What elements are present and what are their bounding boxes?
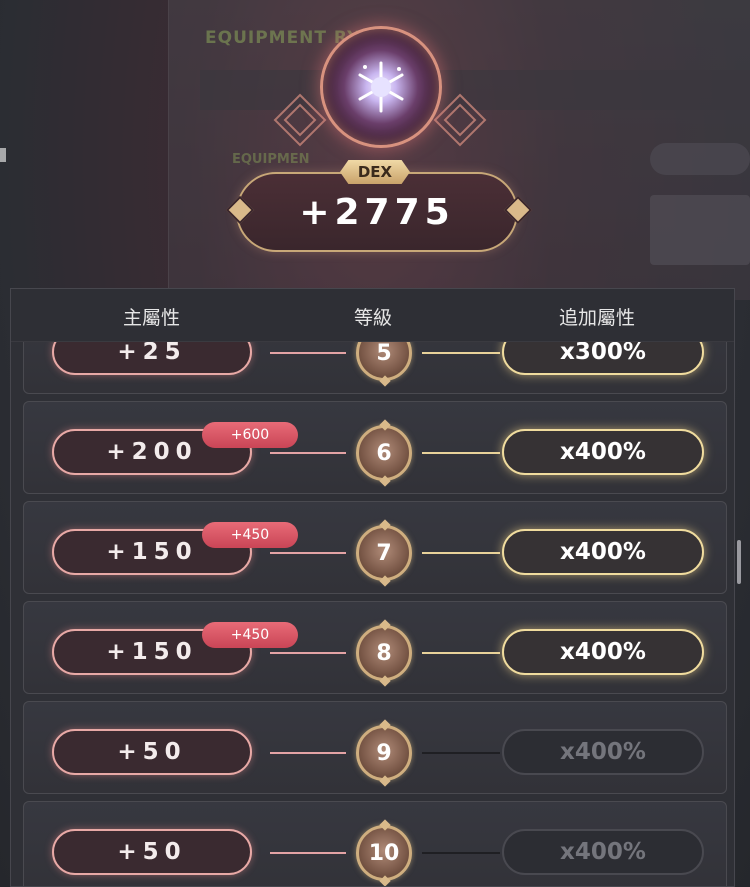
connector-line bbox=[422, 752, 500, 754]
connector-line bbox=[422, 352, 500, 354]
column-header-level: 等級 bbox=[354, 307, 393, 329]
level-row: +150 +450 7 x400% bbox=[23, 501, 727, 594]
level-number: 10 bbox=[368, 840, 400, 866]
level-medallion: 8 bbox=[356, 619, 412, 687]
connector-line bbox=[270, 752, 346, 754]
level-medallion: 7 bbox=[356, 519, 412, 587]
connector-line bbox=[422, 452, 500, 454]
connector-line bbox=[270, 652, 346, 654]
bonus-badge: +600 bbox=[202, 422, 298, 448]
bonus-badge: +450 bbox=[202, 622, 298, 648]
level-medallion: 10 bbox=[356, 819, 412, 886]
connector-line bbox=[270, 452, 346, 454]
dex-stat-label: DEX bbox=[340, 160, 410, 184]
level-medallion: 9 bbox=[356, 719, 412, 787]
left-edge-marker bbox=[0, 148, 6, 162]
level-number: 5 bbox=[376, 340, 392, 366]
scrollbar-thumb[interactable] bbox=[737, 540, 741, 584]
multiplier-value: x400% bbox=[502, 629, 704, 675]
snowflake-gem-icon bbox=[323, 29, 439, 145]
column-headers: 主屬性 等級 追加屬性 bbox=[11, 289, 734, 342]
level-row: +50 10 x400% bbox=[23, 801, 727, 886]
main-stat-value: +50 bbox=[52, 829, 252, 875]
main-stat-value: +50 bbox=[52, 729, 252, 775]
level-number: 7 bbox=[376, 540, 392, 566]
level-row: +50 9 x400% bbox=[23, 701, 727, 794]
level-row: +150 +450 8 x400% bbox=[23, 601, 727, 694]
multiplier-value: x400% bbox=[502, 529, 704, 575]
connector-line bbox=[270, 852, 346, 854]
stat-emblem bbox=[320, 26, 442, 148]
connector-line bbox=[422, 552, 500, 554]
column-header-main: 主屬性 bbox=[123, 307, 181, 329]
connector-line bbox=[270, 552, 346, 554]
bonus-badge: +450 bbox=[202, 522, 298, 548]
dex-total-value: +2775 bbox=[299, 191, 455, 233]
connector-line bbox=[270, 352, 346, 354]
level-number: 9 bbox=[376, 740, 392, 766]
multiplier-value: x400% bbox=[502, 829, 704, 875]
column-header-bonus: 追加屬性 bbox=[559, 307, 636, 329]
dex-total-box: +2775 bbox=[236, 172, 518, 252]
background-button bbox=[650, 143, 750, 175]
stat-level-panel[interactable]: 主屬性 等級 追加屬性 +25 5 x300% +200 +600 6 x400… bbox=[10, 288, 735, 887]
multiplier-value: x400% bbox=[502, 729, 704, 775]
level-row: +200 +600 6 x400% bbox=[23, 401, 727, 494]
level-number: 6 bbox=[376, 440, 392, 466]
connector-line bbox=[422, 852, 500, 854]
level-number: 8 bbox=[376, 640, 392, 666]
level-medallion: 6 bbox=[356, 419, 412, 487]
connector-line bbox=[422, 652, 500, 654]
multiplier-value: x400% bbox=[502, 429, 704, 475]
background-item-slot bbox=[650, 195, 750, 265]
background-sub-label: EQUIPMEN bbox=[232, 152, 310, 167]
